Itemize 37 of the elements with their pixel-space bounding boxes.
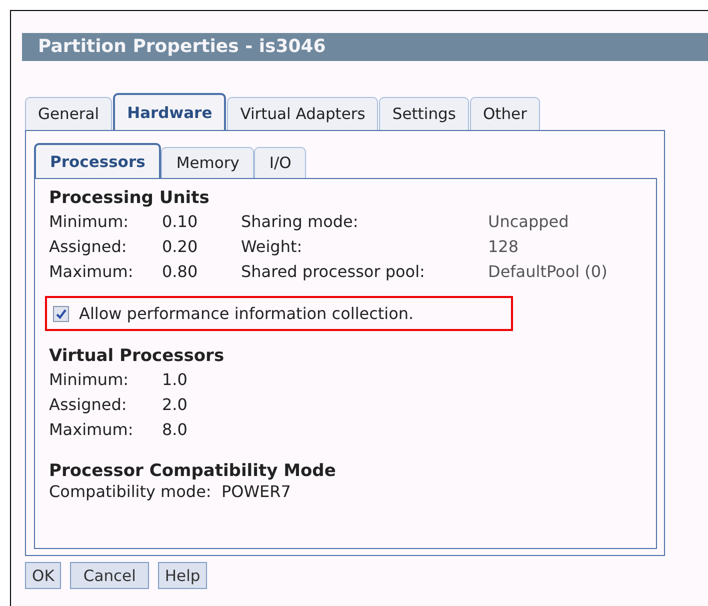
field-value: 128 [488, 236, 520, 258]
field-label: Maximum: [49, 261, 134, 283]
section-heading: Processing Units [49, 187, 210, 209]
field-label: Maximum: [49, 419, 134, 441]
tab[interactable]: I/O [254, 147, 306, 178]
tab[interactable]: Hardware [113, 93, 226, 130]
field-label: Assigned: [49, 394, 128, 416]
checkbox[interactable] [53, 306, 69, 322]
tab[interactable]: Virtual Adapters [227, 97, 378, 130]
tab[interactable]: Settings [379, 97, 469, 130]
window-title: Partition Properties - is3046 [22, 33, 708, 61]
section-heading: Virtual Processors [49, 345, 226, 367]
dialog-button[interactable]: Help [158, 562, 208, 589]
field-value: 0.80 [162, 261, 199, 283]
checkbox-label: Allow performance information collection. [79, 304, 414, 323]
field-label: Minimum: [49, 211, 130, 233]
dialog-button[interactable]: OK [25, 562, 62, 589]
tab[interactable]: Memory [161, 147, 254, 178]
field-label: Shared processor pool: [241, 261, 426, 283]
field-label: Minimum: [49, 369, 130, 391]
field-label: Weight: [241, 236, 304, 258]
tab[interactable]: General [25, 97, 112, 130]
field-value: Uncapped [488, 211, 570, 233]
field-value: 1.0 [162, 369, 188, 391]
field-value: 2.0 [162, 394, 188, 416]
tab[interactable]: Other [470, 97, 540, 130]
field-value: 8.0 [162, 419, 188, 441]
field-value: 0.20 [162, 236, 199, 258]
field-value: POWER7 [221, 482, 291, 501]
field-value: 0.10 [162, 211, 199, 233]
dialog-button[interactable]: Cancel [70, 562, 149, 589]
field-label: Assigned: [49, 236, 128, 258]
field-value: DefaultPool (0) [488, 261, 608, 283]
section-heading: Processor Compatibility Mode [49, 460, 337, 482]
field-label: Compatibility mode: [49, 482, 212, 501]
tab[interactable]: Processors [34, 143, 162, 178]
field-label: Sharing mode: [241, 211, 360, 233]
